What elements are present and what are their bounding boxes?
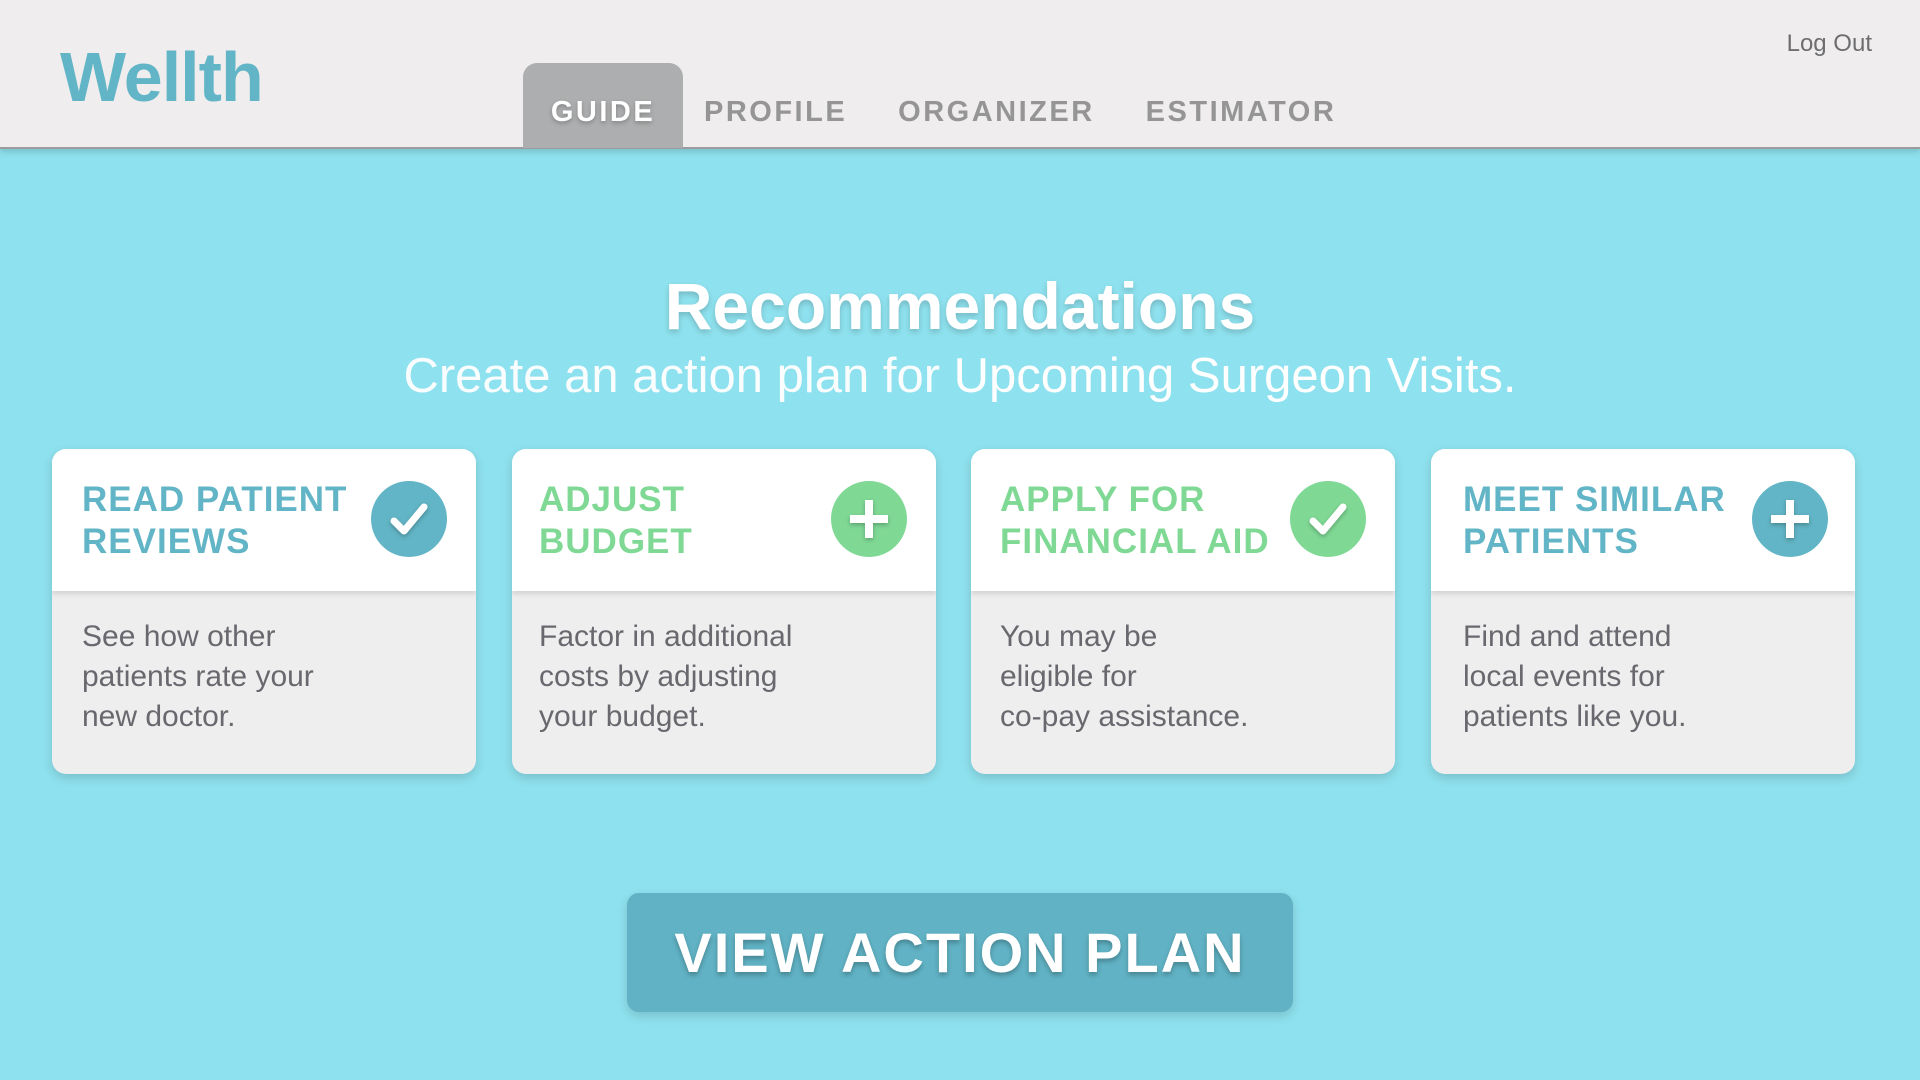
tab-guide[interactable]: GUIDE: [523, 63, 683, 148]
tab-estimator[interactable]: ESTIMATOR: [1146, 63, 1337, 148]
recommendation-card-meet-similar-patients[interactable]: MEET SIMILAR PATIENTS Find and attend lo…: [1431, 449, 1855, 774]
main-nav: GUIDE PROFILE ORGANIZER ESTIMATOR: [523, 63, 1336, 148]
plus-icon[interactable]: [831, 481, 907, 557]
card-header: MEET SIMILAR PATIENTS: [1431, 449, 1855, 591]
card-description: See how other patients rate your new doc…: [82, 620, 314, 733]
wellth-logo[interactable]: Wellth: [60, 42, 264, 112]
page-title: Recommendations: [664, 269, 1256, 343]
check-icon[interactable]: [371, 481, 447, 557]
view-action-plan-button[interactable]: VIEW ACTION PLAN: [627, 893, 1293, 1012]
recommendation-card-adjust-budget[interactable]: ADJUST BUDGET Factor in additional costs…: [512, 449, 936, 774]
page-subtitle: Create an action plan for Upcoming Surge…: [0, 349, 1920, 404]
card-header: ADJUST BUDGET: [512, 449, 936, 591]
subtitle-prefix: Create an action plan for: [403, 349, 954, 403]
tab-profile[interactable]: PROFILE: [704, 63, 847, 148]
subtitle-emphasis: Upcoming Surgeon Visits.: [953, 349, 1517, 403]
check-icon[interactable]: [1290, 481, 1366, 557]
card-header: READ PATIENT REVIEWS: [52, 449, 476, 591]
card-description: Factor in additional costs by adjusting …: [539, 620, 793, 733]
logout-link[interactable]: Log Out: [1787, 30, 1872, 58]
recommendation-card-apply-for-financial-aid[interactable]: APPLY FOR FINANCIAL AID You may be eligi…: [971, 449, 1395, 774]
card-title: READ PATIENT REVIEWS: [82, 480, 348, 561]
card-title: MEET SIMILAR PATIENTS: [1463, 480, 1726, 561]
top-nav-bar: Wellth GUIDE PROFILE ORGANIZER ESTIMATOR…: [0, 0, 1920, 149]
card-header: APPLY FOR FINANCIAL AID: [971, 449, 1395, 591]
card-description: Find and attend local events for patient…: [1463, 620, 1687, 733]
recommendation-card-read-patient-reviews[interactable]: READ PATIENT REVIEWS See how other patie…: [52, 449, 476, 774]
card-title: APPLY FOR FINANCIAL AID: [1000, 480, 1270, 561]
tab-organizer[interactable]: ORGANIZER: [898, 63, 1095, 148]
plus-icon[interactable]: [1752, 481, 1828, 557]
card-title: ADJUST BUDGET: [539, 480, 693, 561]
card-description: You may be eligible for co-pay assistanc…: [1000, 620, 1249, 733]
